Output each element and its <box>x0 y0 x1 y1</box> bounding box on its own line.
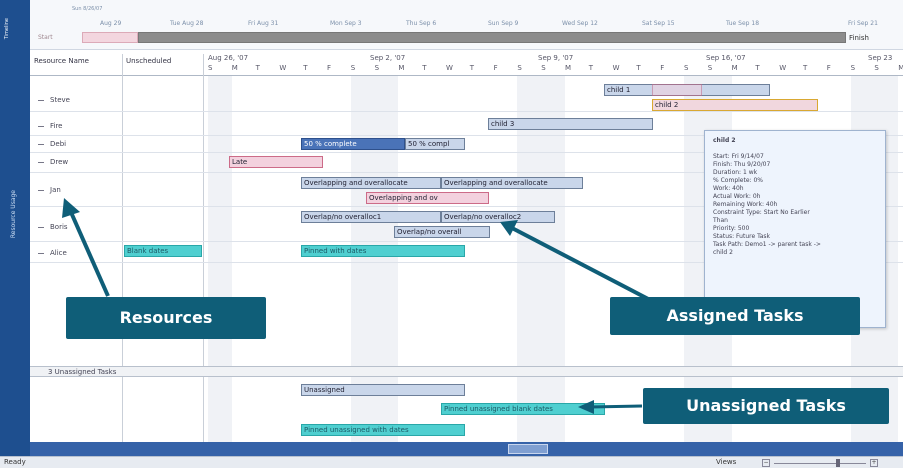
callout-resources: Resources <box>66 297 266 339</box>
callout-assigned: Assigned Tasks <box>610 297 860 335</box>
callout-unassigned: Unassigned Tasks <box>643 388 889 424</box>
